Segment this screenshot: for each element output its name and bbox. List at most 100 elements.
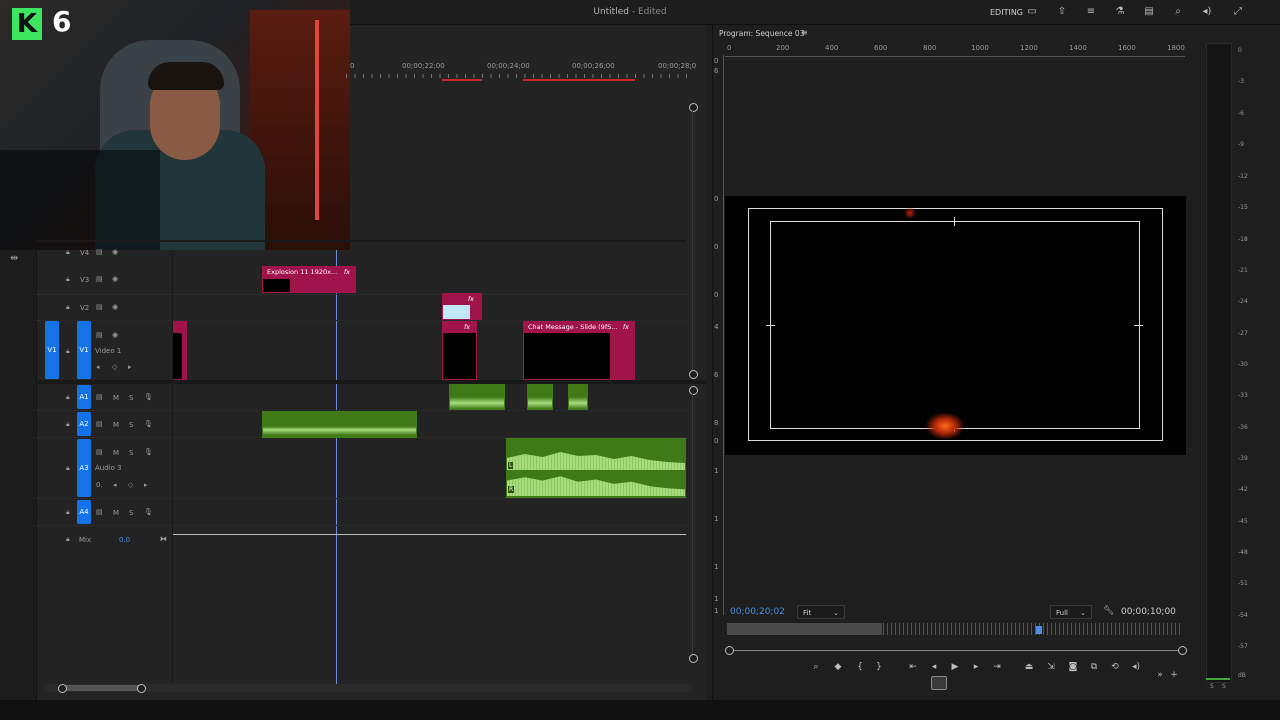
panel-menu-icon[interactable]: ≡ <box>801 28 808 37</box>
scroll-handle[interactable] <box>725 646 734 655</box>
track-target-a4[interactable]: A4 <box>77 500 91 524</box>
proxy-icon[interactable]: ⟲ <box>1109 662 1121 672</box>
speaker-icon[interactable]: ◂) <box>1130 662 1142 672</box>
prev-keyframe-icon[interactable]: ◂ <box>96 363 100 371</box>
track-target-v1[interactable]: V1 <box>77 321 91 379</box>
compare-icon[interactable]: ⧉ <box>1088 662 1100 672</box>
clip-chat-message[interactable]: Chat Message - Slide (9fS... fx <box>523 321 635 380</box>
mini-playhead[interactable] <box>1036 626 1042 634</box>
lift-icon[interactable]: ⏏ <box>1023 662 1035 672</box>
scroll-handle[interactable] <box>689 103 698 112</box>
lock-icon[interactable]: 🔒︎ <box>66 347 70 356</box>
zoom-dropdown[interactable]: Fit ⌄ <box>797 605 845 619</box>
selection-tool-icon[interactable]: ⇹ <box>10 253 18 264</box>
sync-icon[interactable]: ▤ <box>96 393 103 401</box>
video-frame[interactable] <box>725 196 1186 455</box>
lock-icon[interactable]: 🔒︎ <box>66 393 70 402</box>
audio-clip-a2[interactable] <box>262 411 417 438</box>
audio-clip-a1[interactable] <box>568 384 588 410</box>
prev-keyframe-icon[interactable]: ◂ <box>113 481 117 489</box>
lock-icon[interactable]: 🔒︎ <box>66 275 70 284</box>
scroll-handle[interactable] <box>1178 646 1187 655</box>
clip-v1-black[interactable]: fx <box>442 321 477 380</box>
mic-icon[interactable]: 🎙︎ <box>144 393 153 401</box>
timeline-ruler[interactable]: 0 00;00;22;00 00;00;24;00 00;00;26;00 00… <box>346 62 696 78</box>
lock-icon[interactable]: 🔒︎ <box>66 535 70 544</box>
track-target-a2[interactable]: A2 <box>77 412 91 436</box>
lock-icon[interactable]: 🔒︎ <box>66 303 70 312</box>
zoom-scrollbar-thumb[interactable] <box>62 685 142 691</box>
lock-icon[interactable]: 🔒︎ <box>66 248 70 257</box>
track-target-a1[interactable]: A1 <box>77 385 91 409</box>
volume-value[interactable]: 0. <box>96 481 103 489</box>
sync-icon[interactable]: ▤ <box>96 420 103 428</box>
mix-end-icon[interactable]: ⧓ <box>160 535 167 543</box>
workspace-label[interactable]: EDITING <box>990 8 1023 17</box>
solo-button[interactable]: S <box>129 394 133 402</box>
step-back-icon[interactable]: ◂ <box>928 662 940 672</box>
go-to-out-icon[interactable]: ⇥ <box>991 662 1003 672</box>
flask-icon[interactable]: ⚗ <box>1114 6 1126 18</box>
volume-icon[interactable]: ◂) <box>1201 6 1213 18</box>
next-keyframe-icon[interactable]: ▸ <box>144 481 148 489</box>
mark-in-icon[interactable]: { <box>854 662 866 672</box>
next-keyframe-icon[interactable]: ▸ <box>128 363 132 371</box>
clip-v1-start[interactable] <box>172 321 187 380</box>
mic-icon[interactable]: 🎙︎ <box>144 420 153 428</box>
mute-button[interactable]: M <box>113 394 119 402</box>
lock-icon[interactable]: 🔒︎ <box>66 508 70 517</box>
current-timecode[interactable]: 00;00;20;02 <box>730 607 785 617</box>
step-forward-icon[interactable]: ▸ <box>970 662 982 672</box>
eye-icon[interactable]: ◉ <box>112 303 118 311</box>
mix-value[interactable]: 0.0 <box>119 536 130 544</box>
mute-button[interactable]: M <box>113 449 119 457</box>
menu-icon[interactable]: ≡ <box>1085 6 1097 18</box>
share-icon[interactable]: ⇧ <box>1056 6 1068 18</box>
marker-icon[interactable]: ◆ <box>832 662 844 672</box>
mic-icon[interactable]: 🎙︎ <box>144 448 153 456</box>
panel-icon[interactable]: ▭ <box>1026 6 1038 18</box>
add-button-icon[interactable]: + <box>1168 670 1180 680</box>
solo-button[interactable]: S <box>129 421 133 429</box>
extract-icon[interactable]: ⇲ <box>1045 662 1057 672</box>
keyframe-icon[interactable]: ◇ <box>128 481 133 489</box>
zoom-handle-left[interactable] <box>58 684 67 693</box>
audio-clip-a3[interactable]: L R <box>506 438 686 498</box>
eye-icon[interactable]: ◉ <box>112 275 118 283</box>
play-icon[interactable]: ▶ <box>949 662 961 672</box>
comment-icon[interactable]: ▤ <box>1143 6 1155 18</box>
scroll-handle[interactable] <box>689 654 698 663</box>
camera-icon[interactable]: ◙ <box>1067 662 1079 672</box>
eye-icon[interactable]: ◉ <box>112 248 118 256</box>
audio-clip-a1[interactable] <box>527 384 553 410</box>
track-target-a3[interactable]: A3 <box>77 439 91 497</box>
audio-clip-a1[interactable] <box>449 384 505 410</box>
scroll-handle[interactable] <box>689 370 698 379</box>
search-icon[interactable]: ⌕ <box>1172 6 1184 18</box>
film-icon[interactable]: ▤ <box>96 248 103 256</box>
solo-right-button[interactable]: S <box>1222 683 1226 690</box>
keyframe-icon[interactable]: ◇ <box>112 363 117 371</box>
sync-icon[interactable]: ▤ <box>96 448 103 456</box>
zoom-icon[interactable]: ⌕ <box>810 662 822 672</box>
sync-icon[interactable]: ▤ <box>96 508 103 516</box>
source-patch-v1[interactable]: V1 <box>45 321 59 379</box>
film-icon[interactable]: ▤ <box>96 331 103 339</box>
fullscreen-icon[interactable]: ⤢ <box>1232 6 1244 18</box>
quality-dropdown[interactable]: Full ⌄ <box>1050 605 1092 619</box>
solo-left-button[interactable]: S <box>1210 683 1214 690</box>
zoom-handle-right[interactable] <box>137 684 146 693</box>
film-icon[interactable]: ▤ <box>96 303 103 311</box>
clip-explosion[interactable]: Explosion 11 1920x... fx <box>262 266 356 293</box>
mic-icon[interactable]: 🎙︎ <box>144 508 153 516</box>
safe-margins-toggle[interactable] <box>931 676 947 690</box>
wrench-icon[interactable]: 🔧︎ <box>1103 606 1114 616</box>
scroll-handle[interactable] <box>689 386 698 395</box>
go-to-in-icon[interactable]: ⇤ <box>907 662 919 672</box>
clip-v2[interactable]: fx <box>442 293 482 320</box>
mute-button[interactable]: M <box>113 509 119 517</box>
film-icon[interactable]: ▤ <box>96 275 103 283</box>
more-icon[interactable]: » <box>1154 670 1166 680</box>
lock-icon[interactable]: 🔒︎ <box>66 420 70 429</box>
mute-button[interactable]: M <box>113 421 119 429</box>
